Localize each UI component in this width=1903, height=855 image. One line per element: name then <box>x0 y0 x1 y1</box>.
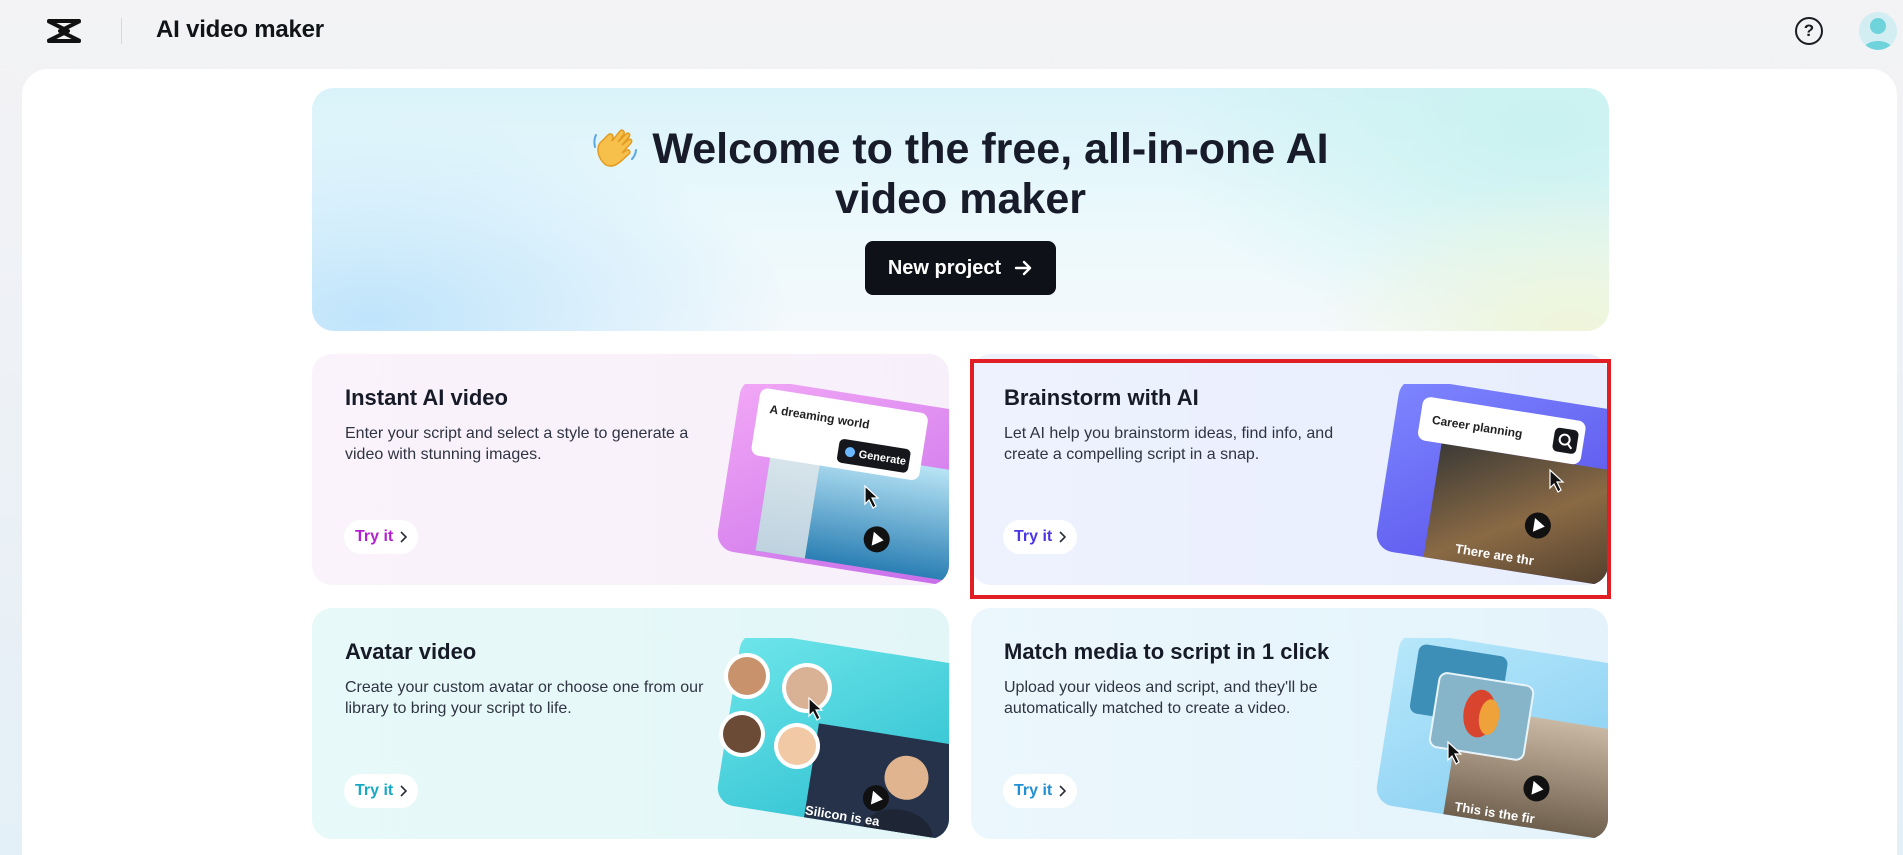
avatar-icon <box>1859 12 1897 50</box>
try-it-label: Try it <box>1014 782 1053 799</box>
chevron-right-icon <box>400 785 408 797</box>
card-description: Enter your script and select a style to … <box>345 425 689 463</box>
help-icon[interactable]: ? <box>1795 17 1823 45</box>
chevron-right-icon <box>1059 531 1067 543</box>
card-avatar-video[interactable]: Avatar video Create your custom avatar o… <box>312 608 949 839</box>
instant-video-illustration: A dreaming world Generate <box>717 384 949 585</box>
brainstorm-illustration: Career planning There are thr <box>1376 384 1608 585</box>
new-project-label: New project <box>887 256 1002 279</box>
try-it-button[interactable]: Try it <box>344 774 419 808</box>
card-description: Let AI help you brainstorm ideas, find i… <box>1004 425 1334 463</box>
capcut-logo-icon[interactable] <box>44 16 84 46</box>
card-title: Avatar video <box>345 639 477 664</box>
card-instant-ai-video[interactable]: Instant AI video Enter your script and s… <box>312 354 949 585</box>
chevron-right-icon <box>1059 785 1067 797</box>
try-it-button[interactable]: Try it <box>1003 520 1078 554</box>
waving-hand-icon <box>593 129 638 167</box>
avatar-video-illustration: Silicon is ea <box>717 638 949 839</box>
card-title: Brainstorm with AI <box>1004 385 1199 410</box>
header-divider <box>121 18 122 44</box>
hero-title-line2: video maker <box>835 175 1086 223</box>
top-bar: AI video maker ? <box>0 0 1903 62</box>
user-avatar[interactable] <box>1859 12 1897 50</box>
hero-title-line1: Welcome to the free, all-in-one AI <box>652 125 1329 173</box>
hero-title: Welcome to the free, all-in-one AI video… <box>312 124 1609 224</box>
card-match-media-to-script[interactable]: Match media to script in 1 click Upload … <box>971 608 1608 839</box>
card-title: Instant AI video <box>345 385 508 410</box>
new-project-button[interactable]: New project <box>865 241 1056 295</box>
app-title: AI video maker <box>156 16 324 43</box>
try-it-label: Try it <box>1014 528 1053 545</box>
arrow-right-icon <box>1014 260 1032 276</box>
hero-banner: Welcome to the free, all-in-one AI video… <box>312 88 1609 331</box>
try-it-label: Try it <box>355 528 394 545</box>
try-it-button[interactable]: Try it <box>344 520 419 554</box>
card-description: Create your custom avatar or choose one … <box>345 679 704 717</box>
try-it-button[interactable]: Try it <box>1003 774 1078 808</box>
try-it-label: Try it <box>355 782 394 799</box>
chevron-right-icon <box>400 531 408 543</box>
card-description: Upload your videos and script, and they'… <box>1004 679 1318 717</box>
card-title: Match media to script in 1 click <box>1004 639 1330 664</box>
match-media-illustration: This is the fir <box>1376 638 1608 839</box>
card-brainstorm-with-ai[interactable]: Brainstorm with AI Let AI help you brain… <box>971 354 1608 585</box>
